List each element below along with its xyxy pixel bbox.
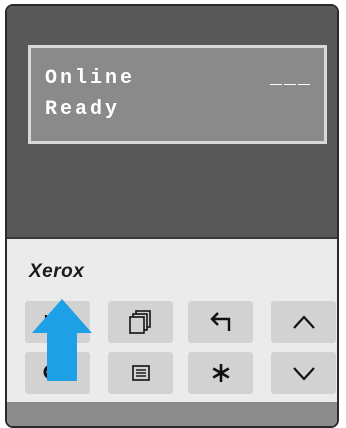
copy-key[interactable] [108, 301, 173, 343]
display-area: Online ___ Ready [7, 6, 337, 239]
pages-icon [128, 310, 151, 334]
chevron-down-icon [292, 367, 315, 381]
lcd-display: Online ___ Ready [28, 45, 327, 144]
home-key[interactable] [25, 352, 90, 394]
up-key[interactable] [271, 301, 336, 343]
bottom-bezel [7, 402, 337, 426]
keypad-panel: Xerox [7, 239, 337, 402]
asterisk-icon [212, 364, 229, 382]
star-key[interactable] [188, 352, 253, 394]
return-key[interactable] [188, 301, 253, 343]
printer-control-panel: Online ___ Ready Xerox [5, 4, 339, 428]
return-arrow-icon [209, 312, 230, 331]
reset-icon [43, 364, 69, 380]
down-key[interactable] [271, 352, 336, 394]
display-status-indicator: ___ [269, 67, 312, 90]
chevron-up-icon [292, 315, 315, 329]
display-line-1: Online [45, 67, 136, 90]
back-key[interactable] [25, 301, 90, 343]
menu-key[interactable] [108, 352, 173, 394]
menu-list-icon [131, 365, 150, 381]
brand-logo: Xerox [29, 261, 85, 282]
display-line-2: Ready [45, 98, 121, 121]
back-arrow-icon [44, 315, 70, 329]
